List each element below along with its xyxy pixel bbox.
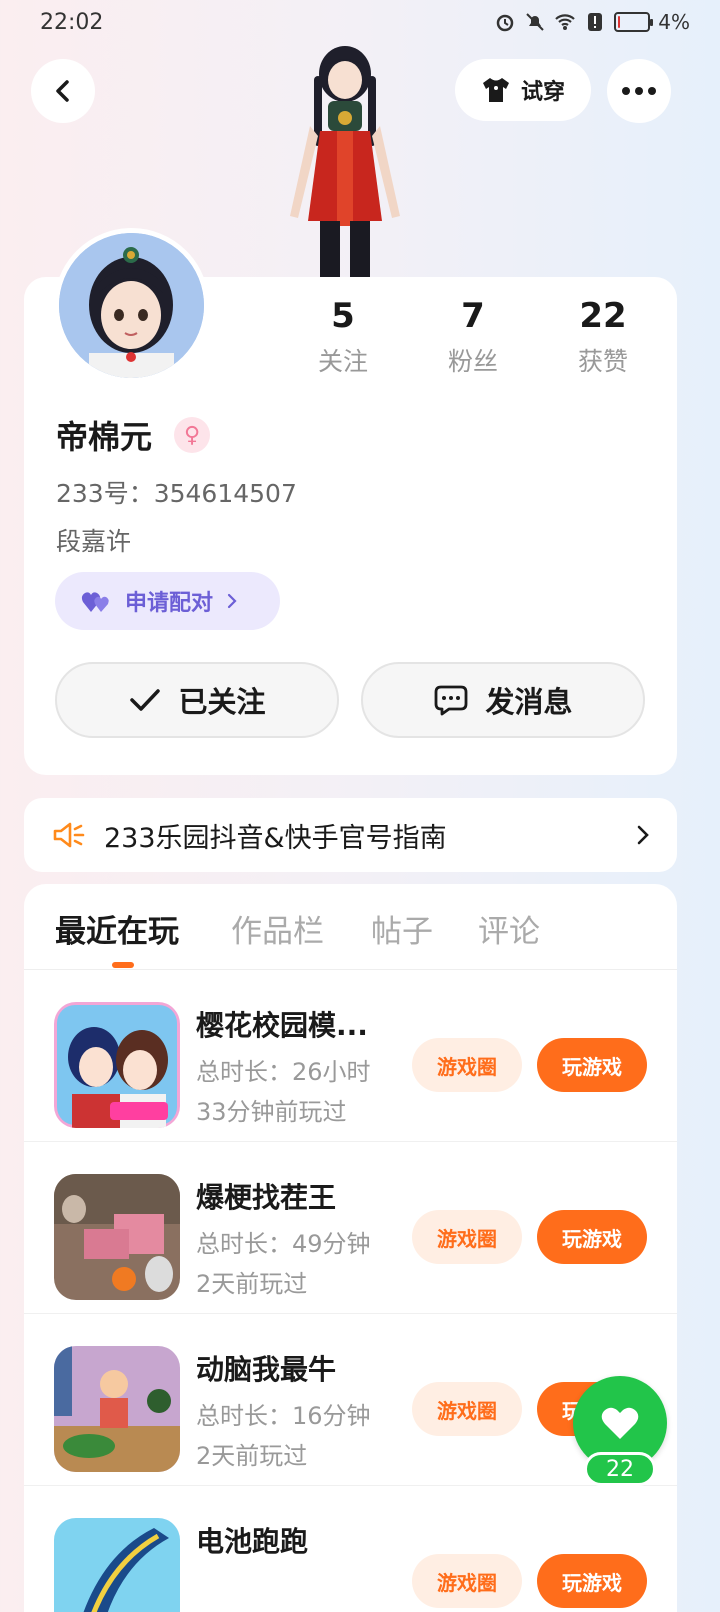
megaphone-icon	[53, 822, 85, 848]
status-bar: 22:02 4%	[0, 0, 720, 48]
hearts-icon	[81, 592, 109, 612]
more-dots-icon	[622, 87, 656, 95]
try-on-button[interactable]: 试穿	[455, 59, 591, 121]
game-circle-button[interactable]: 游戏圈	[412, 1382, 522, 1436]
game-title: 爆梗找茬王	[196, 1181, 337, 1214]
stat-fans-label: 粉丝	[447, 347, 498, 376]
following-label: 已关注	[178, 685, 266, 719]
like-count: 22	[584, 1452, 656, 1486]
game-duration: 总时长：49分钟	[196, 1230, 371, 1258]
more-button[interactable]	[607, 59, 671, 123]
recent-games-card: 最近在玩 作品栏 帖子 评论 樱花校园模... 总时长：26小时 33分钟前玩过…	[24, 884, 677, 1612]
stat-likes-label: 获赞	[577, 347, 628, 376]
stat-likes[interactable]: 22 获赞	[538, 296, 668, 378]
battery-icon	[614, 12, 654, 32]
tab-recently-playing[interactable]: 最近在玩	[55, 906, 179, 951]
chevron-right-icon	[227, 593, 237, 609]
game-circle-button[interactable]: 游戏圈	[412, 1210, 522, 1264]
stat-likes-value: 22	[579, 296, 627, 336]
play-game-button[interactable]: 玩游戏	[537, 1554, 647, 1608]
chevron-right-icon	[637, 825, 649, 845]
game-row[interactable]: 爆梗找茬王 总时长：49分钟 2天前玩过 游戏圈 玩游戏	[24, 1142, 677, 1314]
stat-following-value: 5	[331, 296, 355, 336]
back-arrow-icon	[56, 80, 69, 102]
game-circle-button[interactable]: 游戏圈	[412, 1038, 522, 1092]
user-id: 233号：354614507	[56, 479, 297, 508]
game-thumbnail-image	[54, 1346, 180, 1472]
notice-banner[interactable]: 233乐园抖音&快手官号指南	[24, 798, 677, 872]
pair-request-button[interactable]: 申请配对	[55, 572, 280, 630]
user-bio: 段嘉许	[56, 527, 132, 556]
battery-fill	[618, 16, 621, 28]
game-duration: 总时长：26小时	[196, 1058, 371, 1086]
user-name: 帝棉元	[56, 418, 153, 456]
send-message-button[interactable]: 发消息	[361, 662, 645, 738]
notice-text: 233乐园抖音&快手官号指南	[104, 822, 447, 854]
status-icons: 4%	[494, 10, 690, 34]
game-last-played: 2天前玩过	[196, 1442, 308, 1470]
try-on-label: 试穿	[520, 80, 565, 105]
game-thumbnail[interactable]	[54, 1518, 180, 1612]
game-title: 樱花校园模...	[196, 1009, 368, 1042]
game-last-played: 2天前玩过	[196, 1270, 308, 1298]
message-icon	[435, 685, 468, 716]
play-game-button[interactable]: 玩游戏	[537, 1210, 647, 1264]
wifi-icon	[555, 14, 576, 30]
game-thumbnail[interactable]	[54, 1002, 180, 1128]
heart-icon	[601, 1407, 639, 1439]
stat-following-label: 关注	[317, 347, 368, 376]
stat-following[interactable]: 5 关注	[278, 296, 408, 378]
game-thumbnail[interactable]	[54, 1174, 180, 1300]
active-tab-indicator	[112, 962, 134, 968]
play-game-button[interactable]: 玩游戏	[537, 1038, 647, 1092]
game-title: 动脑我最牛	[196, 1353, 337, 1386]
game-thumbnail[interactable]	[54, 1346, 180, 1472]
avatar-portrait	[59, 233, 204, 378]
game-row[interactable]: 樱花校园模... 总时长：26小时 33分钟前玩过 游戏圈 玩游戏	[24, 970, 677, 1142]
game-row[interactable]: 电池跑跑 游戏圈 玩游戏	[24, 1486, 677, 1612]
profile-tabs: 最近在玩 作品栏 帖子 评论	[24, 884, 677, 970]
back-button[interactable]	[31, 59, 95, 123]
following-button[interactable]: 已关注	[55, 662, 339, 738]
game-last-played: 33分钟前玩过	[196, 1098, 347, 1126]
game-thumbnail-image	[54, 1002, 180, 1128]
shirt-icon	[482, 78, 509, 102]
avatar[interactable]	[54, 228, 209, 383]
mute-icon	[526, 13, 544, 31]
status-time: 22:02	[40, 10, 104, 35]
check-icon	[130, 689, 161, 711]
pair-request-label: 申请配对	[125, 591, 214, 616]
female-gender-icon: ♀	[174, 417, 210, 453]
stats-row: 5 关注 7 粉丝 22 获赞	[278, 296, 668, 378]
tab-comments[interactable]: 评论	[478, 906, 540, 951]
battery-text: 4%	[658, 10, 690, 34]
stat-fans-value: 7	[461, 296, 485, 336]
game-thumbnail-image	[54, 1518, 180, 1612]
game-duration: 总时长：16分钟	[196, 1402, 371, 1430]
game-thumbnail-image	[54, 1174, 180, 1300]
tab-works[interactable]: 作品栏	[231, 906, 324, 951]
hero-avatar-figure	[290, 46, 400, 281]
game-title: 电池跑跑	[196, 1525, 309, 1558]
alarm-icon	[497, 14, 514, 32]
stat-fans[interactable]: 7 粉丝	[408, 296, 538, 378]
game-circle-button[interactable]: 游戏圈	[412, 1554, 522, 1608]
alert-icon	[588, 13, 603, 31]
send-message-label: 发消息	[485, 685, 573, 719]
tab-posts[interactable]: 帖子	[371, 906, 433, 951]
